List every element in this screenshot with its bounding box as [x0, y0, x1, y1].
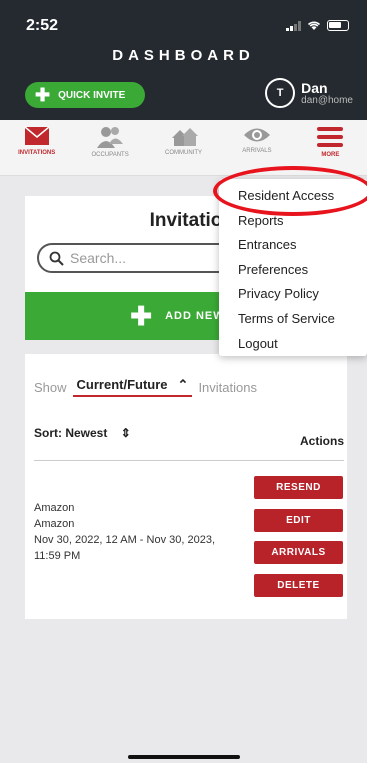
nav-more[interactable]: MORE [294, 120, 367, 175]
nav-occupants[interactable]: OCCUPANTS [73, 120, 146, 175]
chevron-updown-icon: ⇕ [120, 426, 131, 440]
page-title: DASHBOARD [112, 47, 255, 64]
bottom-nav: INVITATIONS OCCUPANTS COMMUNITY ARRIVALS… [0, 120, 367, 176]
eye-icon [243, 128, 270, 142]
avatar: T [265, 78, 296, 108]
status-time: 2:52 [26, 17, 59, 34]
nav-community[interactable]: COMMUNITY [147, 120, 220, 175]
envelope-icon [24, 126, 50, 145]
list-item: Amazon Amazon Nov 30, 2022, 12 AM - Nov … [34, 502, 216, 562]
menu-item-terms[interactable]: Terms of Service [219, 307, 367, 332]
user-menu[interactable]: T Dan dan@home [265, 78, 353, 108]
resend-button[interactable]: RESEND [254, 476, 343, 499]
menu-item-reports[interactable]: Reports [219, 209, 367, 234]
more-menu: Resident Access Reports Entrances Prefer… [219, 179, 367, 356]
menu-item-entrances[interactable]: Entrances [219, 233, 367, 258]
filter-select[interactable]: Current/Future ⌃ [72, 377, 193, 397]
search-placeholder: Search... [70, 250, 127, 266]
signal-icon [286, 20, 301, 31]
menu-item-logout[interactable]: Logout [219, 332, 367, 357]
app-header: 2:52 DASHBOARD ✚ QUICK INVITE T Dan dan@… [0, 0, 367, 120]
plus-icon: ✚ [130, 301, 154, 331]
nav-invitations[interactable]: INVITATIONS [0, 120, 73, 175]
search-icon [49, 251, 64, 266]
arrivals-button[interactable]: ARRIVALS [254, 541, 343, 564]
status-bar: 2:52 [0, 0, 367, 46]
houses-icon [171, 128, 198, 146]
user-name: Dan [301, 79, 328, 96]
chevron-updown-icon: ⌃ [177, 377, 189, 392]
home-indicator [128, 755, 240, 759]
actions-header: Actions [299, 434, 344, 448]
battery-icon [327, 20, 349, 31]
invitations-list: Show Current/Future ⌃ Invitations Sort: … [25, 354, 347, 619]
hamburger-icon [317, 127, 344, 147]
edit-button[interactable]: EDIT [254, 508, 343, 532]
plus-icon: ✚ [35, 85, 51, 105]
user-email: dan@home [301, 94, 353, 106]
sort-select[interactable]: Sort: Newest ⇕ [34, 426, 131, 440]
delete-button[interactable]: DELETE [254, 573, 343, 597]
menu-item-preferences[interactable]: Preferences [219, 258, 367, 283]
nav-arrivals[interactable]: ARRIVALS [220, 120, 293, 175]
people-icon [97, 127, 124, 148]
quick-invite-button[interactable]: ✚ QUICK INVITE [25, 82, 145, 108]
menu-item-privacy-policy[interactable]: Privacy Policy [219, 282, 367, 307]
divider [34, 460, 344, 461]
menu-item-resident-access[interactable]: Resident Access [219, 184, 367, 209]
wifi-icon [307, 21, 321, 30]
